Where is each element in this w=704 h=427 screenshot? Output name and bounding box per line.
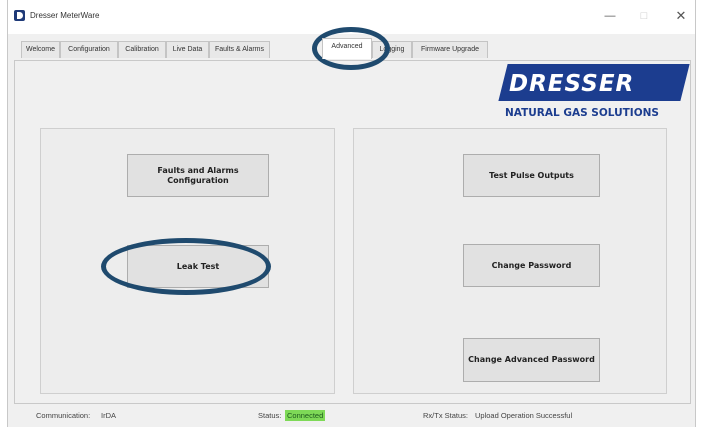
test-pulse-outputs-label: Test Pulse Outputs xyxy=(489,170,574,180)
advanced-tab-content: DRESSER NATURAL GAS SOLUTIONS Faults and… xyxy=(14,60,691,404)
tab-advanced[interactable]: Advanced xyxy=(322,38,372,59)
change-advanced-password-button[interactable]: Change Advanced Password xyxy=(463,338,600,382)
tab-live-data[interactable]: Live Data xyxy=(166,41,209,58)
change-password-button[interactable]: Change Password xyxy=(463,244,600,287)
faults-alarms-configuration-button[interactable]: Faults and Alarms Configuration xyxy=(127,154,269,197)
tab-firmware-upgrade[interactable]: Firmware Upgrade xyxy=(412,41,488,58)
logo-tagline: NATURAL GAS SOLUTIONS xyxy=(505,107,659,119)
app-logo-icon xyxy=(14,10,25,21)
logo-wordmark: DRESSER xyxy=(509,71,635,97)
rxtx-status-label: Rx/Tx Status: xyxy=(423,411,469,420)
tab-bar: Welcome Configuration Calibration Live D… xyxy=(8,34,695,61)
tab-welcome[interactable]: Welcome xyxy=(21,41,60,58)
change-password-label: Change Password xyxy=(491,260,572,270)
faults-alarms-configuration-label: Faults and Alarms Configuration xyxy=(157,165,239,185)
tab-faults-alarms[interactable]: Faults & Alarms xyxy=(209,41,270,58)
test-pulse-outputs-button[interactable]: Test Pulse Outputs xyxy=(463,154,600,197)
communication-value: IrDA xyxy=(101,411,116,420)
status-bar: Communication: IrDA Status: Connected Rx… xyxy=(8,405,695,427)
leak-test-label: Leak Test xyxy=(176,261,220,271)
status-badge: Connected xyxy=(285,410,326,421)
tab-calibration[interactable]: Calibration xyxy=(118,41,166,58)
change-advanced-password-label: Change Advanced Password xyxy=(468,355,595,364)
maximize-button[interactable]: □ xyxy=(630,6,658,26)
dresser-logo: DRESSER NATURAL GAS SOLUTIONS xyxy=(498,64,690,126)
tab-configuration[interactable]: Configuration xyxy=(60,41,118,58)
left-panel: Faults and Alarms Configuration Leak Tes… xyxy=(40,128,335,394)
leak-test-button[interactable]: Leak Test xyxy=(127,245,269,288)
window-title: Dresser MeterWare xyxy=(30,11,100,20)
close-button[interactable]: ✕ xyxy=(667,6,695,26)
status-label: Status: xyxy=(258,411,282,420)
rxtx-status-value: Upload Operation Successful xyxy=(475,411,573,420)
app-window: Dresser MeterWare — □ ✕ Welcome Configur… xyxy=(7,0,696,427)
minimize-button[interactable]: — xyxy=(596,6,624,26)
right-panel: Test Pulse Outputs Change Password Chang… xyxy=(353,128,667,394)
tab-logging[interactable]: Logging xyxy=(372,41,412,58)
title-bar: Dresser MeterWare — □ ✕ xyxy=(8,0,695,34)
communication-label: Communication: xyxy=(36,411,91,420)
